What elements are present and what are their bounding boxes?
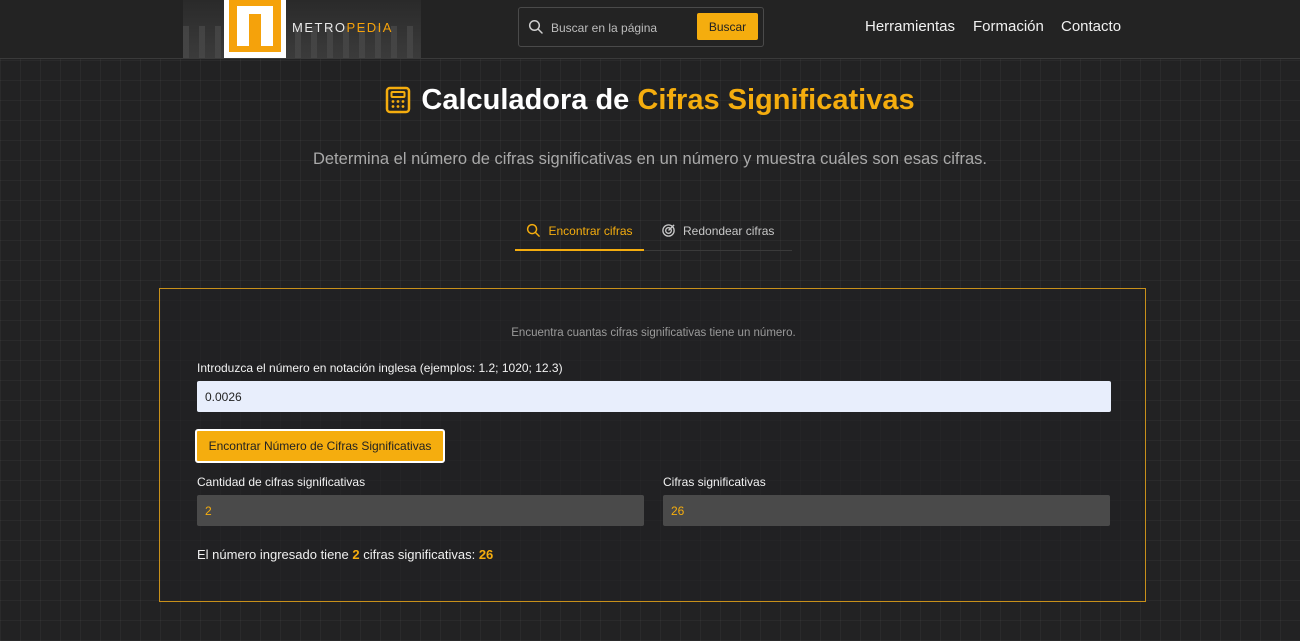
page-heading: Calculadora de Cifras Significativas xyxy=(0,80,1300,120)
count-label: Cantidad de cifras significativas xyxy=(197,475,366,489)
panel-description: Encuentra cuantas cifras significativas … xyxy=(511,327,796,339)
calculator-panel: Encuentra cuantas cifras significativas … xyxy=(159,288,1146,602)
top-navbar: METROPEDIA Buscar Herramientas Formación… xyxy=(0,0,1300,59)
tab-bar: Encontrar cifras Redondear cifras xyxy=(515,212,792,251)
find-sig-figs-button[interactable]: Encontrar Número de Cifras Significativa… xyxy=(195,429,445,463)
tab-label: Redondear cifras xyxy=(683,223,775,238)
search-icon xyxy=(528,19,544,35)
count-output: 2 xyxy=(197,495,644,526)
digits-output: 26 xyxy=(663,495,1110,526)
page-title: Calculadora de Cifras Significativas xyxy=(421,83,915,116)
number-input-label: Introduzca el número en notación inglesa… xyxy=(197,361,563,375)
search-bar: Buscar xyxy=(518,7,764,47)
search-input[interactable] xyxy=(549,17,703,39)
logo-m-icon xyxy=(229,0,281,52)
number-input[interactable] xyxy=(197,381,1111,412)
nav-contacto[interactable]: Contacto xyxy=(1061,18,1121,35)
nav-herramientas[interactable]: Herramientas xyxy=(865,18,955,35)
search-icon xyxy=(527,223,541,237)
logo-wordmark: METROPEDIA xyxy=(292,20,393,35)
result-digits: 26 xyxy=(478,547,494,562)
site-logo[interactable]: METROPEDIA xyxy=(183,0,421,58)
result-text: El número ingresado tiene 2 cifras signi… xyxy=(197,547,494,562)
logo-mark xyxy=(224,0,286,58)
search-button[interactable]: Buscar xyxy=(697,13,758,40)
result-count: 2 xyxy=(352,547,360,562)
digits-label: Cifras significativas xyxy=(663,475,766,489)
calculator-icon xyxy=(386,86,411,114)
tab-redondear-cifras[interactable]: Redondear cifras xyxy=(661,212,774,249)
tab-encontrar-cifras[interactable]: Encontrar cifras xyxy=(515,212,644,251)
tab-label: Encontrar cifras xyxy=(548,223,633,238)
nav-formacion[interactable]: Formación xyxy=(973,18,1044,35)
page-subtitle: Determina el número de cifras significat… xyxy=(312,150,988,168)
target-icon xyxy=(662,224,675,237)
